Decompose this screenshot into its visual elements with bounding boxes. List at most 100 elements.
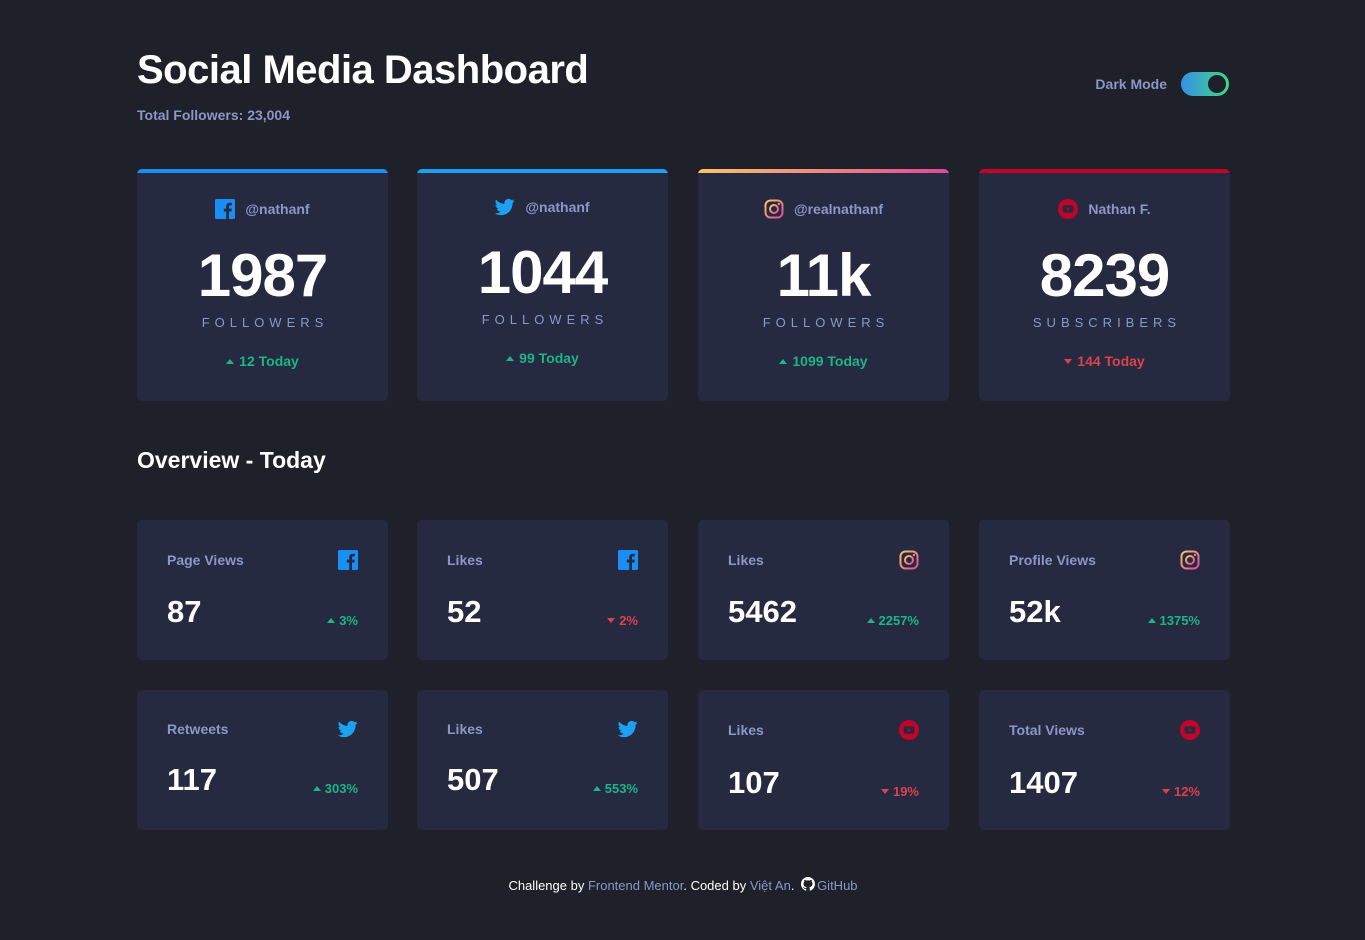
overview-card[interactable]: Likes 52 2% (417, 520, 668, 660)
follower-unit: SUBSCRIBERS (1032, 315, 1182, 330)
handle-text: Nathan F. (1088, 201, 1151, 217)
metric-label: Profile Views (1009, 552, 1096, 568)
author-link[interactable]: Việt An (750, 878, 791, 893)
twitter-icon (618, 719, 638, 739)
arrow-up-icon (506, 355, 515, 361)
metric-value: 52k (1009, 594, 1061, 629)
arrow-down-icon (1064, 358, 1073, 364)
metric-change: 1375% (1147, 613, 1200, 628)
metric-label: Likes (728, 722, 764, 738)
follower-delta: 99 Today (417, 350, 668, 366)
followers-card-twitter[interactable]: @nathanf 1044 FOLLOWERS 99 Today (417, 169, 668, 401)
arrow-down-icon (1161, 789, 1170, 794)
overview-card[interactable]: Total Views 1407 12% (979, 690, 1230, 830)
card-top-bar (979, 169, 1230, 173)
metric-value: 5462 (728, 594, 797, 629)
change-text: 2257% (878, 613, 919, 628)
attribution-dot: . (790, 878, 795, 893)
follower-count: 11k (776, 242, 872, 309)
delta-text: 1099 Today (792, 353, 868, 369)
follower-delta: 1099 Today (698, 353, 949, 369)
dark-mode-toggle[interactable] (1181, 72, 1229, 96)
handle-text: @nathanf (525, 199, 590, 215)
followers-card-youtube[interactable]: Nathan F. 8239 SUBSCRIBERS 144 Today (979, 169, 1230, 401)
instagram-icon (1180, 550, 1200, 570)
change-text: 553% (604, 781, 638, 796)
dark-mode-control: Dark Mode (1095, 72, 1229, 96)
follower-unit: FOLLOWERS (481, 312, 609, 327)
attribution: Challenge by Frontend Mentor. Coded by V… (137, 877, 1229, 893)
arrow-up-icon (779, 358, 788, 364)
facebook-icon (215, 199, 236, 219)
metric-label: Page Views (167, 552, 244, 568)
metric-value: 87 (167, 594, 202, 629)
metric-change: 12% (1161, 784, 1200, 799)
metric-value: 52 (447, 594, 482, 629)
arrow-up-icon (226, 358, 235, 364)
youtube-icon (1058, 199, 1079, 219)
metric-value: 1407 (1009, 765, 1078, 800)
change-text: 19% (892, 784, 919, 799)
followers-card-instagram[interactable]: @realnathanf 11k FOLLOWERS 1099 Today (698, 169, 949, 401)
arrow-up-icon (1147, 618, 1156, 623)
metric-change: 553% (592, 781, 638, 796)
overview-card[interactable]: Likes 507 553% (417, 690, 668, 830)
change-text: 3% (339, 613, 358, 628)
instagram-icon (764, 199, 784, 219)
handle-text: @realnathanf (793, 201, 884, 217)
metric-label: Retweets (167, 721, 229, 737)
metric-change: 2% (607, 613, 638, 628)
metric-label: Likes (728, 552, 764, 568)
card-top-bar (137, 169, 388, 173)
github-link[interactable]: GitHub (817, 878, 857, 893)
metric-label: Likes (447, 552, 483, 568)
attribution-middle: . Coded by (683, 878, 750, 893)
follower-unit: FOLLOWERS (201, 315, 329, 330)
twitter-icon (338, 719, 358, 739)
delta-text: 12 Today (239, 353, 299, 369)
card-handle: @nathanf (417, 197, 668, 217)
overview-card[interactable]: Page Views 87 3% (137, 520, 388, 660)
dark-mode-label: Dark Mode (1095, 76, 1167, 92)
frontend-mentor-link[interactable]: Frontend Mentor (588, 878, 683, 893)
page-title: Social Media Dashboard (137, 48, 589, 92)
metric-value: 507 (447, 762, 499, 797)
overview-card[interactable]: Likes 5462 2257% (698, 520, 949, 660)
arrow-up-icon (327, 618, 336, 623)
attribution-prefix: Challenge by (508, 878, 588, 893)
youtube-icon (899, 720, 919, 740)
metric-change: 303% (312, 781, 358, 796)
arrow-up-icon (312, 786, 321, 791)
overview-card[interactable]: Retweets 117 303% (137, 690, 388, 830)
follower-count: 1044 (477, 239, 608, 306)
github-icon (801, 877, 816, 891)
instagram-icon (899, 550, 919, 570)
total-followers: Total Followers: 23,004 (137, 107, 291, 123)
arrow-down-icon (880, 789, 889, 794)
overview-card[interactable]: Likes 107 19% (698, 690, 949, 830)
card-handle: @realnathanf (698, 199, 949, 219)
follower-count: 1987 (197, 242, 328, 309)
delta-text: 99 Today (519, 350, 579, 366)
facebook-icon (618, 550, 638, 570)
metric-label: Likes (447, 721, 483, 737)
arrow-up-icon (866, 618, 875, 623)
card-top-bar (417, 169, 668, 173)
follower-delta: 144 Today (979, 353, 1230, 369)
arrow-up-icon (592, 786, 601, 791)
follower-count: 8239 (1039, 242, 1170, 309)
metric-change: 3% (327, 613, 358, 628)
twitter-icon (495, 197, 516, 217)
handle-text: @nathanf (245, 201, 310, 217)
arrow-down-icon (607, 618, 616, 623)
metric-change: 2257% (866, 613, 919, 628)
metric-label: Total Views (1009, 722, 1085, 738)
metric-value: 107 (728, 765, 780, 800)
metric-change: 19% (880, 784, 919, 799)
follower-delta: 12 Today (137, 353, 388, 369)
delta-text: 144 Today (1077, 353, 1145, 369)
change-text: 12% (1173, 784, 1200, 799)
followers-card-facebook[interactable]: @nathanf 1987 FOLLOWERS 12 Today (137, 169, 388, 401)
facebook-icon (338, 550, 358, 570)
overview-card[interactable]: Profile Views 52k 1375% (979, 520, 1230, 660)
